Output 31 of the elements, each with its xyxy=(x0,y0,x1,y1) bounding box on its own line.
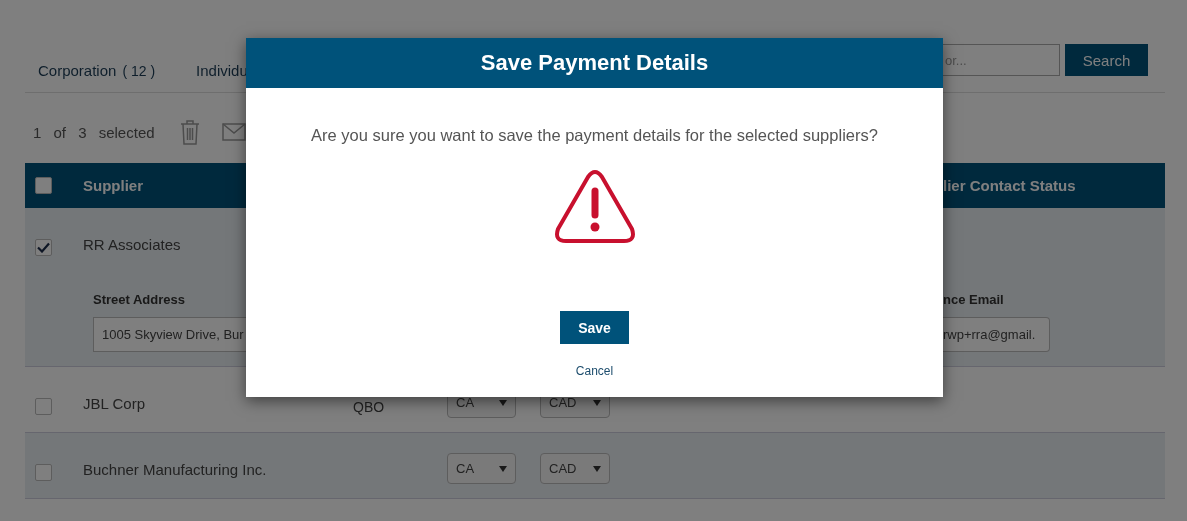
supplier-name: RR Associates xyxy=(83,236,182,253)
source-text: QBO xyxy=(353,398,386,415)
trash-icon[interactable] xyxy=(180,119,200,145)
currency-select[interactable]: CAD xyxy=(540,453,610,484)
dialog-title: Save Payment Details xyxy=(246,38,943,88)
input-field[interactable]: rwp+rra@gmail. xyxy=(943,317,1050,352)
selection-count: 1 of 3 selected xyxy=(33,123,156,141)
column-header: lier Contact Status xyxy=(943,177,1077,194)
checkbox[interactable] xyxy=(35,464,52,481)
checkbox[interactable] xyxy=(35,177,52,194)
input-field[interactable]: 1005 Skyview Drive, Bur xyxy=(93,317,246,352)
warning-icon xyxy=(553,169,636,243)
supplier-name: Buchner Manufacturing Inc. xyxy=(83,461,268,478)
field-label: Street Address xyxy=(93,292,186,307)
field-label: nce Email xyxy=(943,292,1005,307)
save-button[interactable]: Save xyxy=(560,311,629,344)
dialog-message: Are you sure you want to save the payment details for the selected suppliers? xyxy=(311,126,878,145)
search-button[interactable]: Search xyxy=(1065,44,1148,76)
caret-icon xyxy=(499,465,507,472)
checkbox[interactable] xyxy=(35,239,52,256)
caret-icon xyxy=(593,465,601,472)
tab[interactable]: Individu xyxy=(196,62,248,79)
caret-icon xyxy=(593,399,601,406)
caret-icon xyxy=(499,399,507,406)
column-header: Supplier xyxy=(83,177,143,194)
supplier-name: JBL Corp xyxy=(83,395,146,412)
mail-icon[interactable] xyxy=(222,123,246,141)
checkbox[interactable] xyxy=(35,398,52,415)
country-select[interactable]: CA xyxy=(447,453,516,484)
tab[interactable]: Corporation ( 12 ) xyxy=(38,62,156,79)
cancel-link[interactable]: Cancel xyxy=(575,364,614,378)
